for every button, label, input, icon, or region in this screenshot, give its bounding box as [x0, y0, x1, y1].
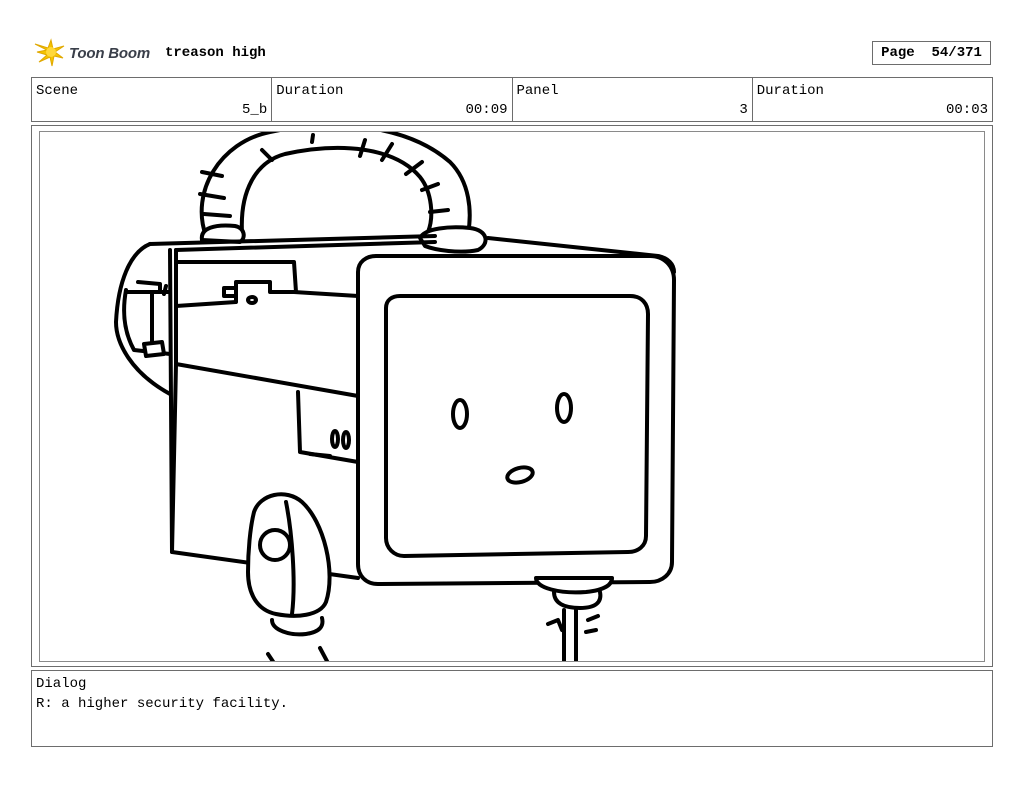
toon-boom-star-logo-icon [34, 38, 65, 67]
scene-cell: Scene 5_b [32, 78, 273, 121]
scene-info-row: Scene 5_b Duration 00:09 Panel 3 Duratio… [31, 77, 993, 122]
page-number: 54/371 [931, 45, 982, 61]
project-title: treason high [165, 45, 266, 61]
scene-duration-value: 00:09 [465, 102, 508, 118]
scene-duration-cell: Duration 00:09 [272, 78, 513, 121]
panel-duration-label: Duration [756, 83, 824, 99]
logo-text: Toon Boom [69, 44, 150, 62]
scene-value: 5_b [242, 102, 268, 118]
panel-cell: Panel 3 [513, 78, 753, 121]
dialog-text: R: a higher security facility. [36, 696, 289, 712]
panel-frame [31, 125, 993, 667]
robot-sketch-drawing [114, 132, 676, 661]
dialog-box: Dialog R: a higher security facility. [31, 670, 993, 747]
dialog-label: Dialog [36, 676, 87, 692]
page-label: Page [881, 45, 915, 61]
panel-value: 3 [739, 102, 748, 118]
panel-duration-cell: Duration 00:03 [753, 78, 992, 121]
panel-label: Panel [516, 83, 559, 99]
scene-duration-label: Duration [276, 83, 344, 99]
panel-image [39, 131, 985, 662]
page-indicator: Page 54/371 [872, 41, 991, 65]
scene-label: Scene [36, 83, 79, 99]
panel-duration-value: 00:03 [945, 102, 988, 118]
toon-boom-logo: Toon Boom [33, 38, 150, 68]
